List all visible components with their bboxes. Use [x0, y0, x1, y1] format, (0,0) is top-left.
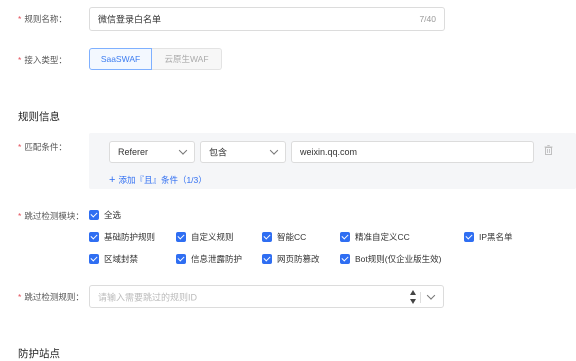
- checkbox-checked-icon: [464, 232, 474, 242]
- access-type-cloudnative-waf[interactable]: 云原生WAF: [152, 48, 222, 70]
- checkbox-module[interactable]: 网页防篡改: [262, 253, 320, 265]
- spinner-arrows-icon[interactable]: [409, 289, 417, 305]
- skip-modules-label: * 跳过检测模块：: [18, 211, 84, 221]
- rule-name-value: 微信登录白名单: [98, 14, 162, 25]
- match-field-value: Referer: [118, 147, 149, 157]
- access-type-saaswaf[interactable]: SaaSWAF: [89, 48, 152, 70]
- access-type-label: * 接入类型：: [18, 55, 67, 65]
- skip-rules-label: * 跳过检测规则：: [18, 292, 84, 302]
- rule-name-input[interactable]: 微信登录白名单 7/40: [89, 7, 445, 31]
- plus-icon: +: [109, 174, 116, 186]
- checkbox-module[interactable]: 自定义规则: [176, 231, 234, 243]
- checkbox-checked-icon: [89, 232, 99, 242]
- match-operator-select[interactable]: 包含: [200, 141, 286, 163]
- skip-rules-placeholder: 请输入需要跳过的规则ID: [98, 292, 198, 302]
- checkbox-module[interactable]: 基础防护规则: [89, 231, 155, 243]
- input-divider: [420, 292, 421, 303]
- skip-rules-input[interactable]: 请输入需要跳过的规则ID: [89, 285, 444, 308]
- checkbox-select-all[interactable]: 全选: [89, 209, 121, 221]
- section-title-rule-info: 规则信息: [18, 111, 60, 123]
- checkbox-module[interactable]: IP黑名单: [464, 231, 513, 243]
- checkbox-checked-icon: [176, 254, 186, 264]
- match-field-select[interactable]: Referer: [109, 141, 195, 163]
- match-value-input[interactable]: weixin.qq.com: [291, 141, 534, 163]
- rule-name-char-count: 7/40: [419, 14, 436, 24]
- checkbox-checked-icon: [176, 232, 186, 242]
- section-title-protected-sites: 防护站点: [18, 348, 60, 360]
- chevron-down-icon: [178, 146, 188, 155]
- chevron-down-icon[interactable]: [426, 290, 436, 300]
- checkbox-checked-icon: [262, 254, 272, 264]
- trash-icon[interactable]: [544, 145, 553, 155]
- checkbox-module[interactable]: 智能CC: [262, 231, 306, 243]
- match-operator-value: 包含: [209, 147, 228, 158]
- checkbox-module[interactable]: 区域封禁: [89, 253, 138, 265]
- checkbox-checked-icon: [89, 210, 99, 220]
- checkbox-checked-icon: [340, 232, 350, 242]
- checkbox-checked-icon: [262, 232, 272, 242]
- checkbox-module[interactable]: Bot规则(仅企业版生效): [340, 253, 441, 265]
- checkbox-module[interactable]: 精准自定义CC: [340, 231, 410, 243]
- match-condition-label: * 匹配条件：: [18, 142, 67, 152]
- match-value-text: weixin.qq.com: [300, 147, 358, 157]
- rule-name-label: * 规则名称：: [18, 14, 67, 24]
- checkbox-module[interactable]: 信息泄露防护: [176, 253, 242, 265]
- add-and-condition-link[interactable]: + 添加『且』条件（1/3）: [109, 174, 207, 186]
- checkbox-checked-icon: [340, 254, 350, 264]
- checkbox-checked-icon: [89, 254, 99, 264]
- chevron-down-icon: [269, 146, 279, 155]
